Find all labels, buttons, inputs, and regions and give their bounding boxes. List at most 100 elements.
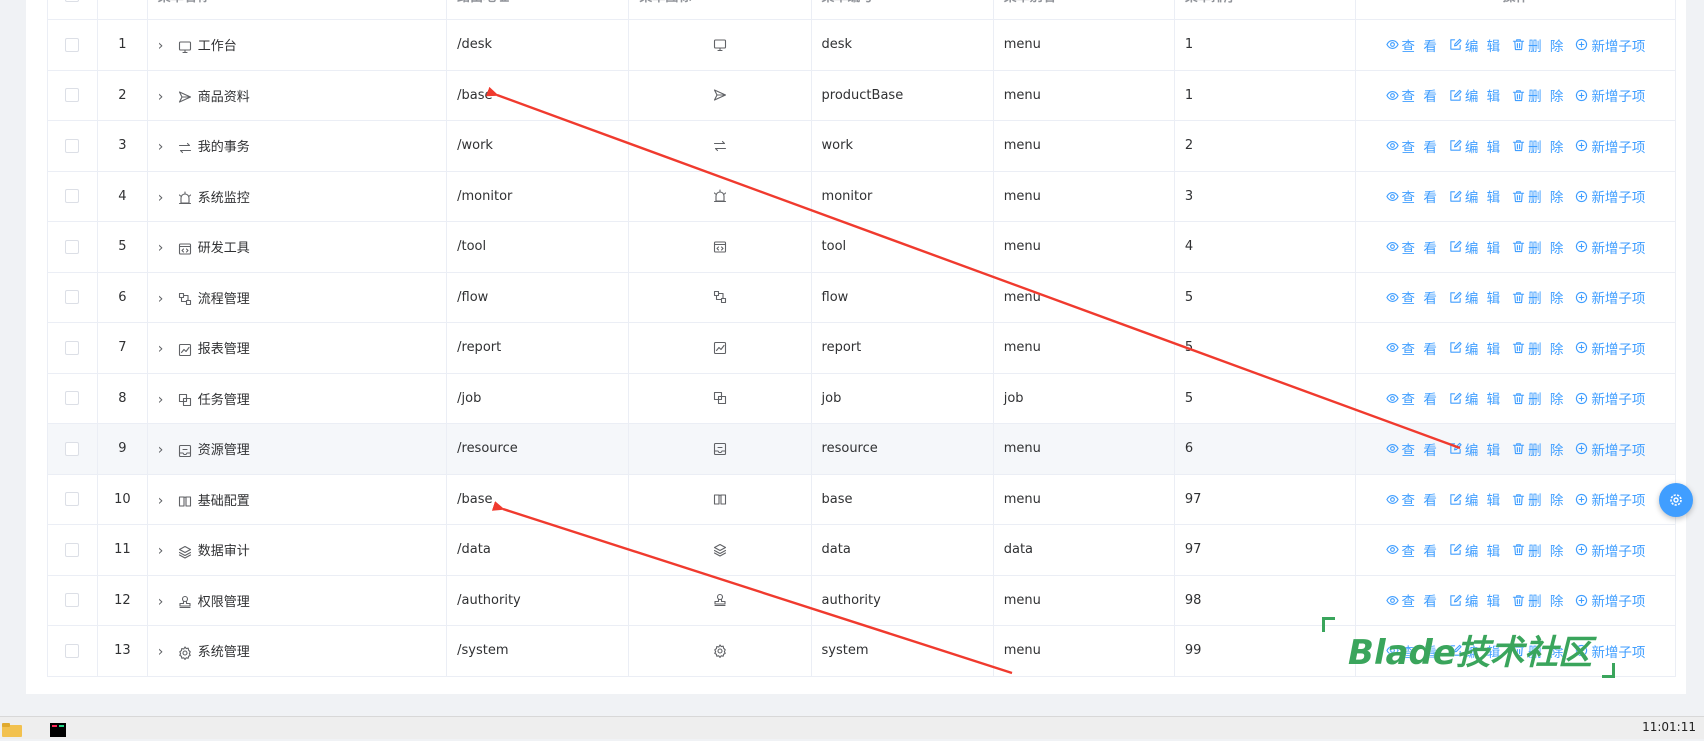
edit-button[interactable]: 编 辑 [1449, 338, 1502, 358]
expand-chevron-icon[interactable]: › [158, 139, 174, 155]
add-child-button[interactable]: 新增子项 [1575, 186, 1645, 206]
expand-chevron-icon[interactable]: › [158, 89, 174, 105]
table-row[interactable]: 12 › 权限管理/authority authority menu 98 查 看编 辑删 … [47, 574, 1677, 626]
expand-chevron-icon[interactable]: › [158, 38, 174, 54]
expand-chevron-icon[interactable]: › [158, 644, 174, 660]
expand-chevron-icon[interactable]: › [158, 341, 174, 357]
add-child-button[interactable]: 新增子项 [1575, 590, 1645, 610]
row-checkbox[interactable] [65, 391, 80, 406]
plus-circle-icon [1575, 240, 1588, 253]
view-button[interactable]: 查 看 [1385, 85, 1439, 105]
view-button[interactable]: 查 看 [1385, 136, 1439, 156]
row-checkbox[interactable] [65, 441, 80, 456]
delete-button[interactable]: 删 除 [1512, 590, 1565, 610]
table-row[interactable]: 3 › 我的事务/work work menu 2 查 看 编 辑 删 除 新增子项 [47, 120, 1677, 172]
table-row[interactable]: 5 › 研发工具/tool tool menu 4 查 看 编 辑 删 除 新增子项 [47, 221, 1677, 273]
edit-button[interactable]: 编 辑 [1449, 540, 1502, 560]
view-button[interactable]: 查 看 [1385, 540, 1439, 560]
delete-button[interactable]: 删 除 [1512, 35, 1565, 55]
expand-chevron-icon[interactable]: › [158, 594, 174, 610]
table-row[interactable]: 11 › 数据审计/data data data 97 查 看编 辑删 除新增子项 [47, 524, 1677, 576]
row-checkbox[interactable] [65, 189, 80, 204]
edit-button[interactable]: 编 辑 [1449, 136, 1502, 156]
expand-chevron-icon[interactable]: › [158, 442, 174, 458]
row-name: 基础配置 [197, 493, 250, 509]
table-row[interactable]: 1 › 工作台/desk desk menu 1 查 看编 辑删 除新增子项 [47, 19, 1677, 71]
select-all-checkbox[interactable] [65, 0, 80, 2]
expand-chevron-icon[interactable]: › [158, 392, 174, 408]
row-checkbox[interactable] [65, 643, 80, 658]
header-alias[interactable]: 菜单别名 [992, 0, 1175, 20]
add-child-button[interactable]: 新增子项 [1575, 136, 1645, 156]
view-button[interactable]: 查 看 [1385, 338, 1439, 358]
view-button[interactable]: 查 看 [1385, 439, 1439, 459]
edit-button[interactable]: 编 辑 [1449, 85, 1502, 105]
table-row[interactable]: 4 › 系统监控/monitor monitor menu 3 查 看 编 辑 删 除 新增子项 [47, 170, 1677, 222]
row-checkbox[interactable] [65, 37, 80, 52]
delete-button[interactable]: 删 除 [1512, 388, 1565, 408]
delete-button[interactable]: 删 除 [1512, 85, 1565, 105]
edit-button[interactable]: 编 辑 [1449, 186, 1502, 206]
folder-icon[interactable] [2, 723, 24, 741]
header-sort[interactable]: 菜单排序 [1173, 0, 1356, 20]
view-button[interactable]: 查 看 [1385, 590, 1439, 610]
edit-button[interactable]: 编 辑 [1449, 489, 1502, 509]
delete-button[interactable]: 删 除 [1512, 489, 1565, 509]
table-row[interactable]: 10 › 基础配置/base base menu 97 查 看 编 辑 删 除 新增子项 [47, 473, 1677, 525]
view-button[interactable]: 查 看 [1385, 489, 1439, 509]
add-child-button[interactable]: 新增子项 [1575, 489, 1645, 509]
header-icon[interactable]: 菜单图标 [628, 0, 812, 20]
row-checkbox[interactable] [65, 492, 80, 507]
delete-button[interactable]: 删 除 [1512, 287, 1565, 307]
row-path: /base [446, 473, 630, 525]
settings-float-button[interactable] [1659, 483, 1693, 517]
add-child-button[interactable]: 新增子项 [1575, 237, 1645, 257]
table-row[interactable]: 2 › 商品资料/base productBase menu 1 查 看 编 辑 删 除 新增子项 [47, 69, 1677, 121]
row-checkbox[interactable] [65, 340, 80, 355]
row-checkbox[interactable] [65, 88, 80, 103]
row-checkbox[interactable] [65, 290, 80, 305]
edit-button[interactable]: 编 辑 [1449, 590, 1502, 610]
row-checkbox[interactable] [65, 593, 80, 608]
row-name-cell: › 系统监控 [146, 170, 448, 222]
row-checkbox[interactable] [65, 542, 80, 557]
row-checkbox[interactable] [65, 239, 80, 254]
view-button[interactable]: 查 看 [1385, 186, 1439, 206]
delete-button[interactable]: 删 除 [1512, 540, 1565, 560]
expand-chevron-icon[interactable]: › [158, 543, 174, 559]
view-button[interactable]: 查 看 [1385, 237, 1439, 257]
add-child-button[interactable]: 新增子项 [1575, 439, 1645, 459]
edit-button[interactable]: 编 辑 [1449, 287, 1502, 307]
row-checkbox[interactable] [65, 138, 80, 153]
expand-chevron-icon[interactable]: › [158, 190, 174, 206]
delete-button[interactable]: 删 除 [1512, 338, 1565, 358]
view-button[interactable]: 查 看 [1385, 388, 1439, 408]
delete-button[interactable]: 删 除 [1512, 136, 1565, 156]
table-row[interactable]: 9 › 资源管理/resource resource menu 6 查 看 编 辑 删 除 新增子… [47, 423, 1677, 475]
table-row[interactable]: 6 › 流程管理/flow flow menu 5 查 看 编 辑 删 除 新增子项 [47, 271, 1677, 323]
expand-chevron-icon[interactable]: › [158, 291, 174, 307]
expand-chevron-icon[interactable]: › [158, 493, 174, 509]
add-child-button[interactable]: 新增子项 [1575, 338, 1645, 358]
add-child-button[interactable]: 新增子项 [1575, 388, 1645, 408]
table-row[interactable]: 8 › 任务管理/job job job 5 查 看编 辑删 除新增子项 [47, 372, 1677, 424]
edit-button[interactable]: 编 辑 [1449, 35, 1502, 55]
edit-button[interactable]: 编 辑 [1449, 439, 1502, 459]
add-child-button[interactable]: 新增子项 [1575, 287, 1645, 307]
add-child-button[interactable]: 新增子项 [1575, 85, 1645, 105]
expand-chevron-icon[interactable]: › [158, 240, 174, 256]
add-child-button[interactable]: 新增子项 [1575, 35, 1645, 55]
header-path[interactable]: 路由地址 [446, 0, 630, 20]
delete-button[interactable]: 删 除 [1512, 237, 1565, 257]
add-child-button[interactable]: 新增子项 [1575, 540, 1645, 560]
table-row[interactable]: 7 › 报表管理/report report menu 5 查 看 编 辑 删 除 新增子项 [47, 322, 1677, 374]
view-button[interactable]: 查 看 [1385, 287, 1439, 307]
ide-icon[interactable] [50, 723, 66, 741]
edit-button[interactable]: 编 辑 [1449, 388, 1502, 408]
header-name[interactable]: 菜单名称 [146, 0, 448, 20]
view-button[interactable]: 查 看 [1385, 35, 1439, 55]
edit-button[interactable]: 编 辑 [1449, 237, 1502, 257]
header-code[interactable]: 菜单编号 [810, 0, 994, 20]
delete-button[interactable]: 删 除 [1512, 439, 1565, 459]
delete-button[interactable]: 删 除 [1512, 186, 1565, 206]
